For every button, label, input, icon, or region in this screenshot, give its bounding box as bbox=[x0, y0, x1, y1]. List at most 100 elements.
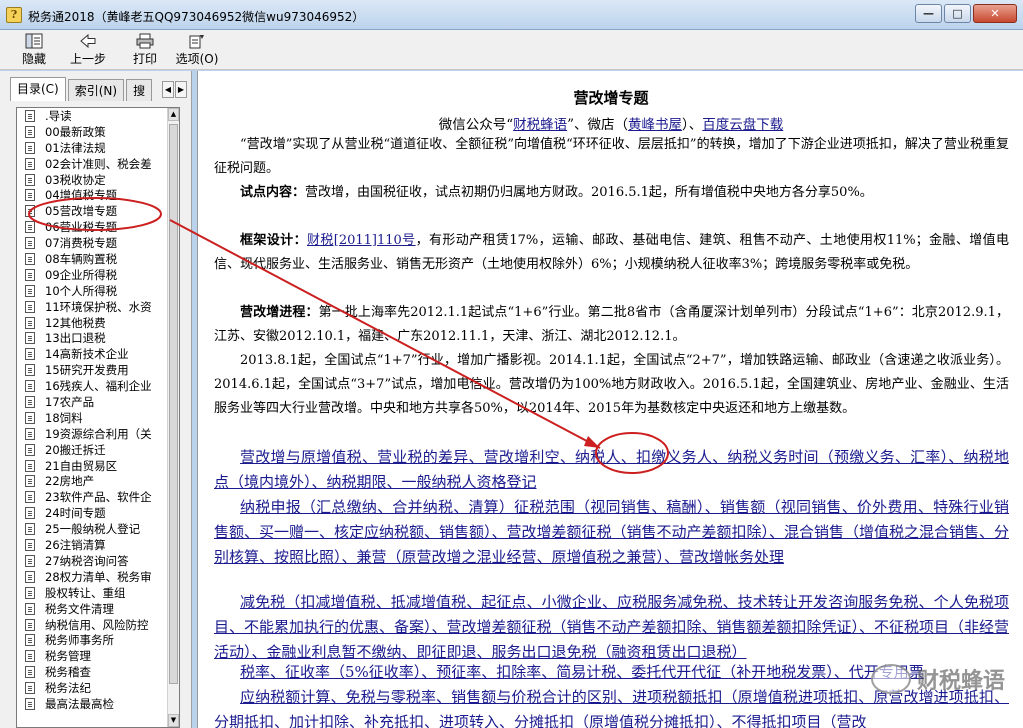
tree-item[interactable]: 22房地产 bbox=[17, 473, 179, 489]
tree-item[interactable]: 26注销清算 bbox=[17, 537, 179, 553]
links-paragraph-1: 营改增与原增值税、营业税的差异、营改增利空、纳税人、扣缴义务人、纳税义务时间（预… bbox=[214, 445, 1009, 495]
tree-item-label: 01法律法规 bbox=[45, 140, 106, 155]
document-icon bbox=[25, 284, 35, 297]
tree-item-label: 05营改增专题 bbox=[45, 204, 118, 219]
topic-links-4[interactable]: 税率、征收率（5%征收率）、预征率、扣除率、简易计税、委托代开代征（补开地税发票… bbox=[240, 663, 924, 681]
tree-item[interactable]: .导读 bbox=[17, 108, 179, 124]
tree-item-label: 08车辆购置税 bbox=[45, 252, 118, 267]
tree-item[interactable]: 最高法最高检 bbox=[17, 696, 179, 712]
tree-item-label: 19资源综合利用（关 bbox=[45, 426, 152, 441]
hide-pane-icon bbox=[25, 33, 43, 49]
tree-item[interactable]: 04增值税专题 bbox=[17, 187, 179, 203]
document-icon bbox=[25, 332, 35, 345]
tree-item-label: 11环境保护税、水资 bbox=[45, 299, 152, 314]
document-icon bbox=[25, 125, 35, 138]
tree-item[interactable]: 19资源综合利用（关 bbox=[17, 426, 179, 442]
tree-item[interactable]: 纳税信用、风险防控 bbox=[17, 617, 179, 633]
tree-item[interactable]: 06营业税专题 bbox=[17, 219, 179, 235]
tree-item[interactable]: 02会计准则、税会差 bbox=[17, 156, 179, 172]
hide-button[interactable]: 隐藏 bbox=[12, 33, 56, 67]
document-icon bbox=[25, 237, 35, 250]
tree-item[interactable]: 09企业所得税 bbox=[17, 267, 179, 283]
scroll-down-icon[interactable]: ▼ bbox=[168, 714, 179, 727]
tree-item-label: 税务法纪 bbox=[45, 681, 91, 696]
tree-item[interactable]: 12其他税费 bbox=[17, 315, 179, 331]
document-icon bbox=[25, 459, 35, 472]
wechat-link[interactable]: 财税蜂语 bbox=[513, 117, 567, 133]
tree-scrollbar[interactable]: ▲ ▼ bbox=[167, 108, 179, 727]
tree-item[interactable]: 05营改增专题 bbox=[17, 203, 179, 219]
pilot-paragraph: 试点内容：营改增，由国税征收，试点初期仍归属地方财政。2016.5.1起，所有增… bbox=[214, 181, 1009, 205]
document-icon bbox=[25, 523, 35, 536]
tree-item[interactable]: 28权力清单、税务审 bbox=[17, 569, 179, 585]
tree-item[interactable]: 税务管理 bbox=[17, 648, 179, 664]
topic-links-1[interactable]: 营改增与原增值税、营业税的差异、营改增利空、纳税人、扣缴义务人、纳税义务时间（预… bbox=[214, 448, 1009, 491]
tab-scroll-left-icon[interactable]: ◀ bbox=[162, 81, 174, 98]
tree-item-label: 09企业所得税 bbox=[45, 267, 118, 282]
tree-item[interactable]: 24时间专题 bbox=[17, 505, 179, 521]
tree-item-label: 28权力清单、税务审 bbox=[45, 569, 152, 584]
tree-item[interactable]: 16残疾人、福利企业 bbox=[17, 378, 179, 394]
tree-item[interactable]: 21自由贸易区 bbox=[17, 458, 179, 474]
tree-item[interactable]: 23软件产品、软件企 bbox=[17, 489, 179, 505]
topic-links-2[interactable]: 纳税申报（汇总缴纳、合并纳税、清算）征税范围（视同销售、稿酬）、销售额（视同销售… bbox=[214, 498, 1009, 566]
sub-prefix: 微信公众号“ bbox=[438, 117, 514, 133]
help-book-icon[interactable]: ? bbox=[6, 7, 22, 23]
framework-paragraph: 框架设计：财税[2011]110号，有形动产租赁17%，运输、邮政、基础电信、建… bbox=[214, 229, 1009, 277]
options-button[interactable]: 选项(O) bbox=[172, 33, 222, 67]
tree-item[interactable]: 14高新技术企业 bbox=[17, 346, 179, 362]
document-icon bbox=[25, 253, 35, 266]
weidian-link[interactable]: 黄峰书屋 bbox=[628, 117, 682, 133]
maximize-icon: □ bbox=[952, 7, 963, 20]
scroll-thumb[interactable] bbox=[169, 124, 178, 684]
tree-item[interactable]: 07消费税专题 bbox=[17, 235, 179, 251]
tree-item[interactable]: 11环境保护税、水资 bbox=[17, 299, 179, 315]
tree-item[interactable]: 20搬迁拆迁 bbox=[17, 442, 179, 458]
links-paragraph-2: 纳税申报（汇总缴纳、合并纳税、清算）征税范围（视同销售、稿酬）、销售额（视同销售… bbox=[214, 495, 1009, 570]
document-icon bbox=[25, 268, 35, 281]
baidu-download-link[interactable]: 百度云盘下载 bbox=[702, 117, 783, 133]
topic-links-3[interactable]: 减免税（扣减增值税、抵减增值税、起征点、小微企业、应税服务减免税、技术转让开发咨… bbox=[214, 593, 1009, 661]
tab-index[interactable]: 索引(N) bbox=[67, 79, 125, 101]
tree-item-label: .导读 bbox=[45, 109, 72, 123]
document-icon bbox=[25, 141, 35, 154]
tree-item-label: 20搬迁拆迁 bbox=[45, 442, 106, 457]
tree-item[interactable]: 03税收协定 bbox=[17, 172, 179, 188]
tree-item-label: 03税收协定 bbox=[45, 172, 106, 187]
framework-doc-link[interactable]: 财税[2011]110号 bbox=[307, 233, 416, 248]
document-icon bbox=[25, 443, 35, 456]
tree-item[interactable]: 税务师事务所 bbox=[17, 632, 179, 648]
tree-item[interactable]: 股权转让、重组 bbox=[17, 585, 179, 601]
tree-item[interactable]: 01法律法规 bbox=[17, 140, 179, 156]
maximize-button[interactable]: □ bbox=[944, 4, 971, 23]
tree-item[interactable]: 10个人所得税 bbox=[17, 283, 179, 299]
print-button[interactable]: 打印 bbox=[123, 33, 167, 67]
scroll-up-icon[interactable]: ▲ bbox=[168, 108, 179, 121]
document-icon bbox=[25, 300, 35, 313]
print-label: 打印 bbox=[132, 52, 157, 66]
tree-item[interactable]: 15研究开发费用 bbox=[17, 362, 179, 378]
tree-item[interactable]: 税务法纪 bbox=[17, 680, 179, 696]
tree-item[interactable]: 00最新政策 bbox=[17, 124, 179, 140]
document-icon bbox=[25, 189, 35, 202]
back-button[interactable]: 上一步 bbox=[66, 33, 110, 67]
tab-scroll-right-icon[interactable]: ▶ bbox=[175, 81, 187, 98]
minimize-button[interactable]: — bbox=[915, 4, 942, 23]
tree-item[interactable]: 税务稽查 bbox=[17, 664, 179, 680]
document-icon bbox=[25, 682, 35, 695]
options-label: 选项(O) bbox=[175, 52, 219, 66]
tree-item-label: 18饲料 bbox=[45, 410, 83, 425]
tree-item[interactable]: 08车辆购置税 bbox=[17, 251, 179, 267]
tree-item[interactable]: 17农产品 bbox=[17, 394, 179, 410]
tree-item[interactable]: 税务文件清理 bbox=[17, 601, 179, 617]
tree-item[interactable]: 27纳税咨询问答 bbox=[17, 553, 179, 569]
close-button[interactable]: ✕ bbox=[973, 4, 1017, 23]
document-icon bbox=[25, 475, 35, 488]
tree-item[interactable]: 18饲料 bbox=[17, 410, 179, 426]
tree-item[interactable]: 13出口退税 bbox=[17, 330, 179, 346]
topic-content: 营改增专题 微信公众号“财税蜂语”、微店（黄峰书屋）、百度云盘下载 “营改增”实… bbox=[197, 71, 1023, 728]
tab-search[interactable]: 搜 bbox=[126, 79, 153, 101]
tree-item[interactable]: 25一般纳税人登记 bbox=[17, 521, 179, 537]
tab-contents[interactable]: 目录(C) bbox=[10, 77, 66, 101]
document-icon bbox=[25, 348, 35, 361]
